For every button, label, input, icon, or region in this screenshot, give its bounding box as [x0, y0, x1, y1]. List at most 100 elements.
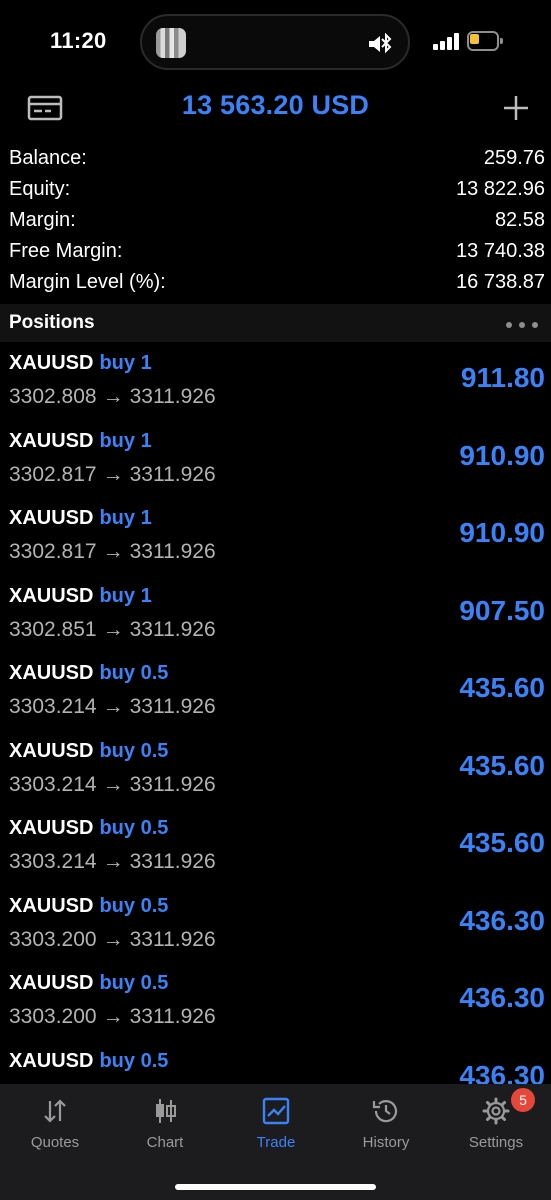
- history-clock-icon: [372, 1100, 398, 1123]
- position-side: buy 0.5: [99, 972, 169, 994]
- tab-label: Settings: [468, 1134, 524, 1151]
- position-symbol: XAUUSD: [9, 894, 94, 917]
- arrow-right-icon: →: [102, 772, 124, 796]
- position-open-price: 3303.200: [9, 1005, 97, 1028]
- summary-label: Margin Level (%):: [9, 271, 166, 293]
- dynamic-island[interactable]: [140, 14, 410, 70]
- quotes-icon: [44, 1099, 66, 1123]
- plus-icon[interactable]: [500, 92, 532, 124]
- arrow-right-icon: →: [102, 927, 124, 951]
- position-profit: 436.30: [459, 1059, 545, 1085]
- position-profit: 910.90: [459, 439, 545, 471]
- position-row[interactable]: XAUUSD buy 1 3302.851 → 3311.926 907.50: [0, 575, 551, 653]
- summary-label: Equity:: [9, 178, 71, 200]
- position-profit: 435.60: [459, 749, 545, 781]
- tab-quotes[interactable]: Quotes: [0, 1084, 110, 1164]
- position-side: buy 1: [99, 584, 152, 607]
- cellular-signal-icon: [433, 32, 461, 50]
- position-side: buy 1: [99, 352, 152, 374]
- position-row[interactable]: XAUUSD buy 0.5 3303.200 → 3311.926 436.30: [0, 885, 551, 963]
- position-profit: 910.90: [459, 517, 545, 548]
- position-profit: 435.60: [459, 827, 545, 858]
- tab-chart[interactable]: Chart: [110, 1084, 220, 1164]
- position-row[interactable]: XAUUSD buy 0.5 3303.214 → 3311.926 435.60: [0, 730, 551, 808]
- position-profit: 435.60: [459, 672, 545, 703]
- position-current-price: 3311.926: [129, 850, 216, 873]
- position-symbol: XAUUSD: [9, 352, 94, 374]
- equity-title: 13 563.20 USD: [181, 90, 370, 120]
- arrow-right-icon: →: [102, 1005, 124, 1028]
- position-open-price: 3302.851: [9, 617, 97, 641]
- position-symbol: XAUUSD: [9, 972, 94, 994]
- summary-row-balance: Balance: 259.76: [0, 143, 551, 174]
- positions-section-header: Positions: [0, 304, 551, 342]
- summary-label: Margin:: [9, 209, 76, 231]
- candlestick-chart-icon: [156, 1099, 176, 1123]
- arrow-right-icon: →: [102, 540, 124, 563]
- summary-value: 13 822.96: [456, 178, 545, 200]
- position-side: buy 0.5: [99, 817, 169, 839]
- position-row[interactable]: XAUUSD buy 1 3302.808 → 3311.926 911.80: [0, 342, 551, 420]
- tab-trade[interactable]: Trade: [221, 1084, 331, 1164]
- position-current-price: 3311.926: [129, 695, 216, 718]
- position-symbol: XAUUSD: [9, 739, 94, 762]
- status-time: 11:20: [50, 28, 107, 53]
- tab-label: Chart: [146, 1134, 184, 1151]
- position-symbol: XAUUSD: [9, 817, 94, 839]
- trade-chart-icon: [262, 1097, 290, 1125]
- position-row[interactable]: XAUUSD buy 0.5 3303.200 → 3311.926 436.30: [0, 962, 551, 1040]
- settings-gear-icon: [482, 1097, 510, 1125]
- tab-bar: Quotes Chart Trade History 5 Settings: [0, 1084, 551, 1200]
- position-row[interactable]: XAUUSD buy 0.5 3303.214 → 3311.926 435.60: [0, 807, 551, 885]
- position-side: buy 1: [99, 429, 152, 452]
- position-profit: 907.50: [459, 594, 545, 626]
- position-row[interactable]: XAUUSD buy 0.5 436.30: [0, 1040, 551, 1085]
- summary-value: 82.58: [494, 209, 545, 231]
- notification-badge: 5: [511, 1088, 535, 1112]
- position-current-price: 3311.926: [129, 1005, 216, 1028]
- media-thumbnail: [156, 28, 186, 58]
- tab-label: History: [362, 1134, 410, 1151]
- tab-label: Trade: [256, 1134, 296, 1151]
- position-profit: 436.30: [459, 904, 545, 936]
- account-header: 13 563.20 USD: [0, 84, 551, 130]
- position-open-price: 3303.214: [9, 772, 97, 796]
- position-current-price: 3311.926: [129, 540, 216, 563]
- position-symbol: XAUUSD: [9, 507, 94, 529]
- position-open-price: 3303.214: [9, 850, 97, 873]
- summary-row-equity: Equity: 13 822.96: [0, 174, 551, 205]
- summary-value: 259.76: [483, 147, 545, 169]
- position-symbol: XAUUSD: [9, 584, 94, 607]
- position-row[interactable]: XAUUSD buy 1 3302.817 → 3311.926 910.90: [0, 420, 551, 498]
- position-open-price: 3302.817: [9, 540, 97, 563]
- position-row[interactable]: XAUUSD buy 0.5 3303.214 → 3311.926 435.60: [0, 652, 551, 730]
- position-side: buy 0.5: [99, 739, 169, 762]
- tab-label: Quotes: [30, 1134, 80, 1151]
- position-current-price: 3311.926: [129, 462, 216, 486]
- summary-row-free-margin: Free Margin: 13 740.38: [0, 236, 551, 267]
- tab-settings[interactable]: 5 Settings: [441, 1084, 551, 1164]
- position-symbol: XAUUSD: [9, 429, 94, 452]
- arrow-right-icon: →: [102, 462, 124, 486]
- position-open-price: 3302.817: [9, 462, 97, 486]
- position-side: buy 0.5: [99, 1049, 169, 1072]
- position-current-price: 3311.926: [129, 617, 216, 641]
- position-side: buy 0.5: [99, 894, 169, 917]
- position-profit: 911.80: [460, 362, 545, 393]
- position-open-price: 3302.808: [9, 385, 97, 408]
- tab-history[interactable]: History: [331, 1084, 441, 1164]
- more-horizontal-icon[interactable]: [506, 322, 538, 328]
- position-symbol: XAUUSD: [9, 1049, 94, 1072]
- position-profit: 436.30: [459, 982, 545, 1013]
- positions-list: XAUUSD buy 1 3302.808 → 3311.926 911.80 XAU…: [0, 342, 551, 1084]
- position-open-price: 3303.200: [9, 927, 97, 951]
- arrow-right-icon: →: [102, 385, 124, 408]
- position-row[interactable]: XAUUSD buy 1 3302.817 → 3311.926 910.90: [0, 497, 551, 575]
- position-symbol: XAUUSD: [9, 662, 94, 684]
- position-side: buy 0.5: [99, 662, 169, 684]
- summary-value: 16 738.87: [456, 271, 545, 293]
- arrow-right-icon: →: [102, 617, 124, 641]
- position-open-price: 3303.214: [9, 695, 97, 718]
- home-indicator[interactable]: [175, 1184, 376, 1190]
- summary-label: Free Margin:: [9, 240, 123, 262]
